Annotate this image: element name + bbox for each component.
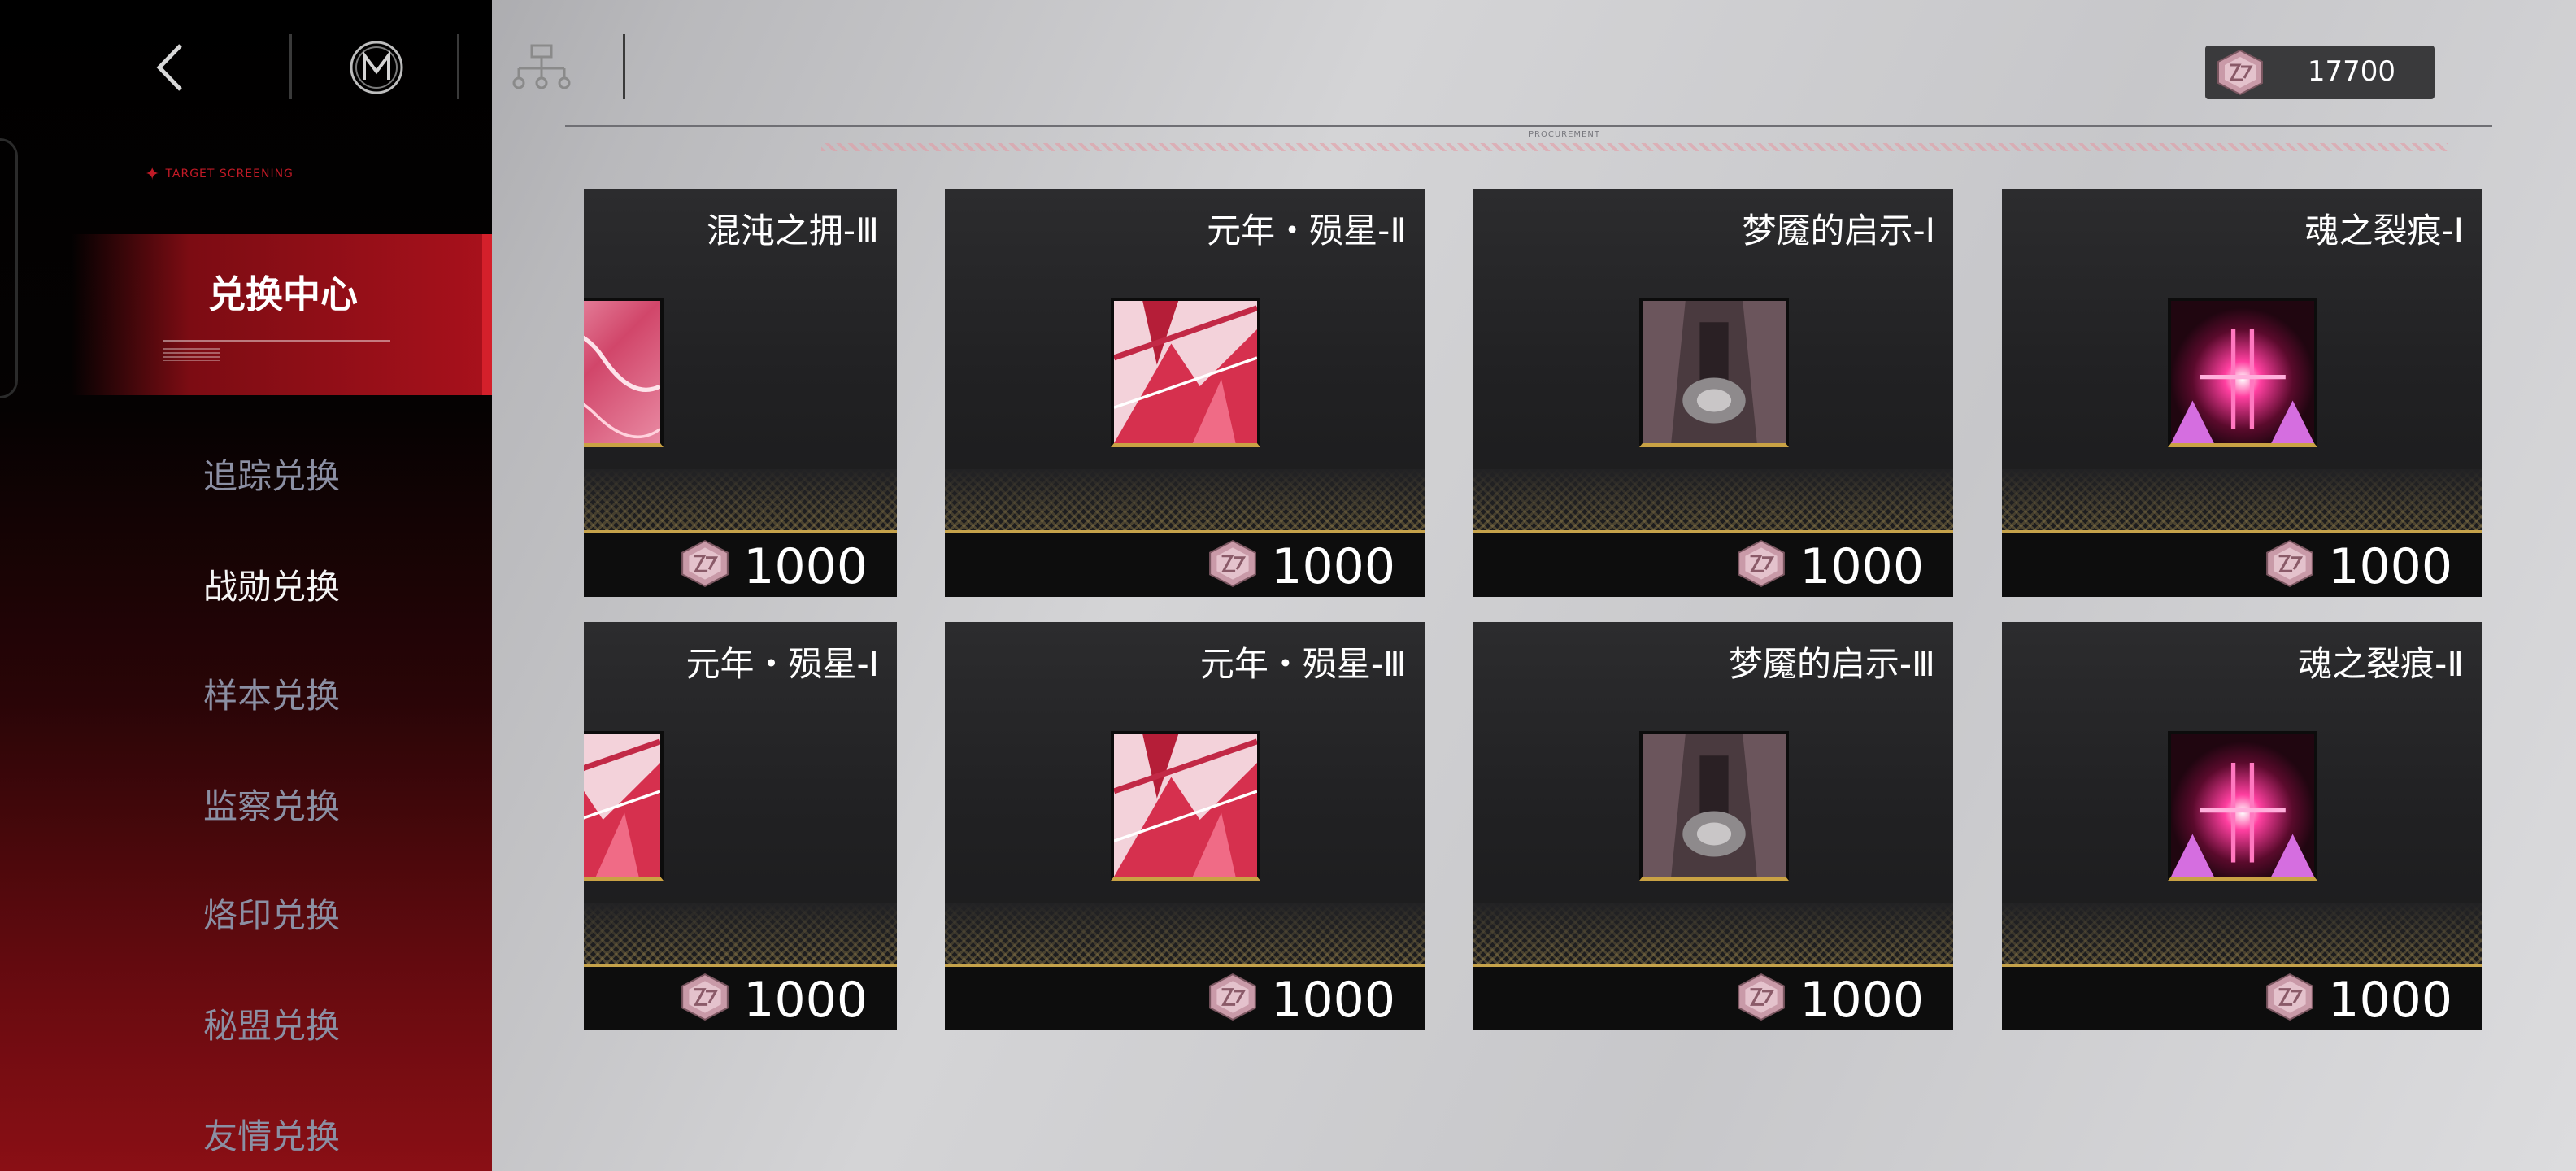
exchange-card[interactable]: 元年・殒星-Ⅱ 1000: [945, 189, 1425, 597]
item-thumbnail: [1639, 731, 1789, 881]
card-title: 元年・殒星-Ⅲ: [1199, 644, 1407, 684]
card-title: 梦魇的启示-Ⅰ: [1742, 211, 1935, 250]
card-pattern: [584, 469, 897, 536]
sidebar-item-sample[interactable]: 样本兑换: [203, 668, 366, 718]
medal-currency-icon: [1735, 538, 1787, 589]
card-title: 魂之裂痕-Ⅱ: [2298, 644, 2464, 684]
back-arrow-icon[interactable]: [146, 39, 195, 96]
price-value: 1000: [743, 538, 868, 595]
exchange-card[interactable]: 混沌之拥-Ⅲ 1000: [584, 189, 897, 597]
price-value: 1000: [2328, 538, 2452, 595]
exchange-card[interactable]: 元年・殒星-Ⅰ 1000: [584, 622, 897, 1030]
card-title: 魂之裂痕-Ⅰ: [2304, 211, 2464, 250]
card-title: 元年・殒星-Ⅱ: [1207, 211, 1407, 250]
edge-handle[interactable]: [0, 138, 18, 398]
medal-currency-icon: [679, 538, 731, 589]
header-hatch: [821, 143, 2448, 151]
sidebar-item-friendship[interactable]: 友情兑换: [203, 1109, 366, 1159]
card-title: 梦魇的启示-Ⅲ: [1728, 644, 1935, 684]
item-thumbnail: [1111, 298, 1260, 447]
price-value: 1000: [1271, 972, 1395, 1029]
item-thumbnail: [2168, 298, 2317, 447]
medal-currency-icon: [2215, 49, 2265, 96]
item-thumbnail: [2168, 731, 2317, 881]
item-thumbnail: [584, 731, 664, 881]
divider: [457, 34, 459, 99]
star-icon: ✦: [145, 164, 161, 185]
exchange-card[interactable]: 梦魇的启示-Ⅰ 1000: [1473, 189, 1953, 597]
divider: [623, 34, 625, 99]
tab-underline: [163, 340, 390, 342]
medal-currency-icon: [1207, 538, 1259, 589]
price-value: 1000: [2328, 972, 2452, 1029]
card-pattern: [2002, 903, 2482, 969]
currency-display[interactable]: 17700: [2205, 46, 2435, 99]
exchange-card[interactable]: 梦魇的启示-Ⅲ 1000: [1473, 622, 1953, 1030]
medal-currency-icon: [2264, 972, 2316, 1022]
sidebar-item-secret-alliance[interactable]: 秘盟兑换: [203, 999, 366, 1048]
card-title: 元年・殒星-Ⅰ: [685, 644, 879, 684]
rule-center-label: PROCUREMENT: [1529, 130, 1600, 139]
tab-decor-lines: [163, 348, 220, 361]
price-value: 1000: [1271, 538, 1395, 595]
header-rule: [565, 125, 2492, 127]
tab-exchange-center-label: 兑换中心: [208, 272, 358, 316]
target-screening-tag: ✦ TARGET SCREENING: [145, 164, 294, 185]
item-thumbnail: [1111, 731, 1260, 881]
price-value: 1000: [1799, 538, 1924, 595]
exchange-card[interactable]: 魂之裂痕-Ⅰ 1000: [2002, 189, 2482, 597]
card-pattern: [1473, 469, 1953, 536]
target-tag-label: TARGET SCREENING: [165, 168, 294, 181]
card-pattern: [945, 469, 1425, 536]
divider: [289, 34, 292, 99]
sidebar-item-battle-merit[interactable]: 战勋兑换: [203, 559, 366, 609]
medal-currency-icon: [1735, 972, 1787, 1022]
medal-currency-icon: [2264, 538, 2316, 589]
card-pattern: [945, 903, 1425, 969]
medal-currency-icon: [679, 972, 731, 1022]
medal-currency-icon: [1207, 972, 1259, 1022]
exchange-card[interactable]: 魂之裂痕-Ⅱ 1000: [2002, 622, 2482, 1030]
exchange-card[interactable]: 元年・殒星-Ⅲ 1000: [945, 622, 1425, 1030]
card-pattern: [1473, 903, 1953, 969]
tab-exchange-center[interactable]: 兑换中心: [72, 234, 492, 395]
sidebar-item-supervision[interactable]: 监察兑换: [203, 779, 366, 829]
card-pattern: [584, 903, 897, 969]
card-pattern: [2002, 469, 2482, 536]
hierarchy-icon[interactable]: [511, 42, 572, 93]
price-value: 1000: [1799, 972, 1924, 1029]
item-thumbnail: [584, 298, 664, 447]
sidebar-item-brand[interactable]: 烙印兑换: [203, 888, 366, 938]
item-thumbnail: [1639, 298, 1789, 447]
currency-amount: 17700: [2307, 55, 2396, 88]
sidebar-item-tracking[interactable]: 追踪兑换: [203, 449, 366, 498]
price-value: 1000: [743, 972, 868, 1029]
m-emblem-icon[interactable]: [348, 39, 405, 96]
card-title: 混沌之拥-Ⅲ: [706, 211, 879, 250]
